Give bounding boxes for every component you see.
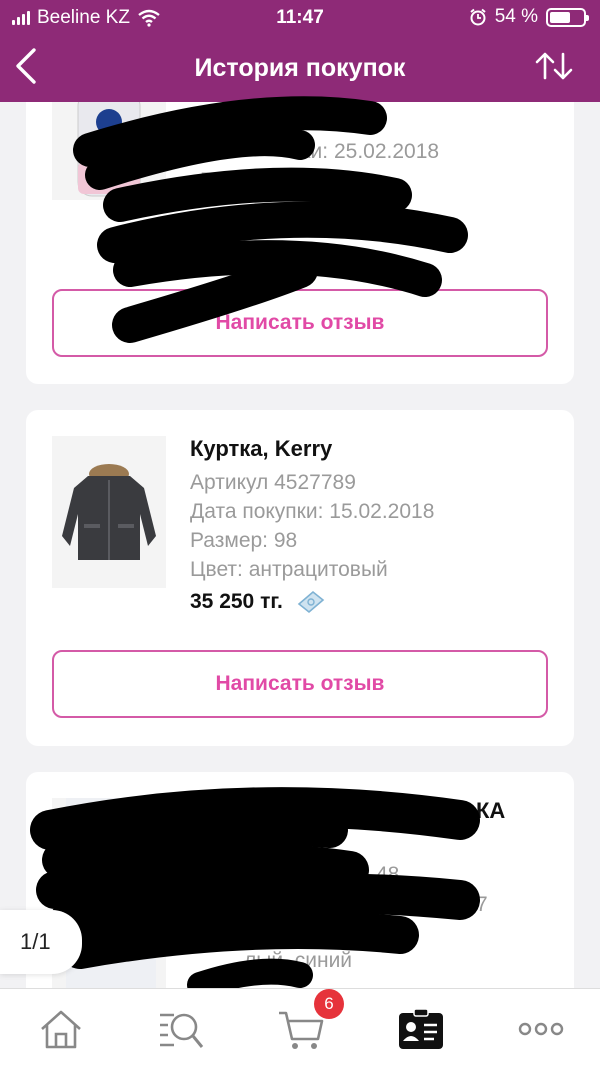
product-color: лый [360, 198, 400, 221]
product-image [52, 436, 166, 588]
product-color: Цвет: антрацитовый [190, 558, 388, 581]
purchase-date: пки: 25.02.2018 [290, 140, 440, 163]
write-review-button[interactable]: Написать отзыв [52, 650, 548, 718]
nivea-bottle-image [77, 91, 141, 197]
product-size: Размер: 98 [190, 529, 298, 552]
purchase-date: 7 [476, 893, 488, 916]
alarm-icon [470, 8, 486, 26]
page-indicator: 1/1 [0, 910, 82, 974]
sort-icon[interactable] [534, 50, 574, 82]
cart-badge: 6 [314, 989, 344, 1019]
search-catalog-icon[interactable] [156, 1007, 206, 1051]
product-article: 48 [346, 111, 370, 134]
write-review-button[interactable]: Написать отзыв [52, 289, 548, 357]
page-title: История покупок [194, 54, 406, 82]
order-card: КА 48 7 лый, синий [26, 772, 574, 988]
more-icon[interactable] [516, 1007, 566, 1051]
order-card: 48 пки: 25.02.2018 Размер: 0 лый Написат… [26, 91, 574, 384]
nav-bar: История покупок [0, 34, 600, 102]
product-size: Размер: 0 [200, 169, 296, 192]
jacket-image [62, 464, 156, 560]
price-value: 35 250 тг. [190, 590, 283, 613]
page-indicator-label: 1/1 [20, 929, 51, 954]
product-image [52, 91, 166, 200]
battery-icon [546, 7, 589, 27]
status-bar: Beeline KZ 11:47 54 % [0, 0, 600, 34]
order-card: Куртка, Kerry Артикул 4527789 Дата покуп… [26, 410, 574, 746]
write-review-label: Написать отзыв [215, 672, 385, 695]
product-name-fragment: КА [476, 798, 506, 823]
tab-bar: 6 [0, 988, 600, 1066]
home-icon[interactable] [36, 1007, 86, 1051]
write-review-label: Написать отзыв [215, 311, 385, 334]
product-color: лый, синий [244, 949, 353, 972]
app-header: Beeline KZ 11:47 54 % История покупок [0, 0, 600, 102]
profile-card-icon[interactable] [396, 1007, 446, 1051]
battery-percent: 54 % [494, 6, 538, 27]
bonus-money-icon [297, 590, 325, 614]
purchase-date: Дата покупки: 15.02.2018 [190, 500, 435, 523]
product-name: Куртка, Kerry [190, 436, 333, 461]
product-article: 48 [376, 863, 400, 886]
product-article: Артикул 4527789 [190, 471, 356, 494]
product-price: 35 250 тг. [190, 590, 434, 614]
